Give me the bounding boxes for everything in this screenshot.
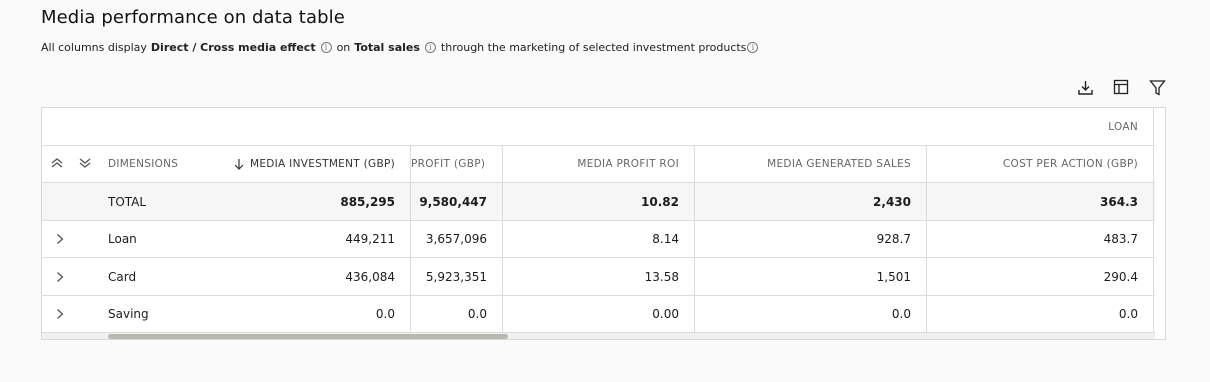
info-icon[interactable]: i <box>320 42 332 53</box>
expand-row-icon[interactable] <box>52 258 68 295</box>
table-row-total: TOTAL 885,295 9,580,447 10.82 2,430 364.… <box>42 183 1155 221</box>
column-header-generated-sales[interactable]: MEDIA GENERATED SALES <box>695 146 927 182</box>
row-cpa: 483.7 <box>927 221 1154 257</box>
horizontal-scrollbar[interactable] <box>42 333 1155 339</box>
columns-icon[interactable] <box>1112 78 1130 96</box>
effect-label: Direct / Cross media effect <box>150 41 316 54</box>
table-toolbar <box>1076 78 1166 96</box>
total-investment: 885,295 <box>340 194 395 209</box>
filter-icon[interactable] <box>1148 78 1166 96</box>
expand-all-icon[interactable] <box>78 155 92 174</box>
table-row: Saving 0.0 0.0 0.00 0.0 0.0 <box>42 296 1155 333</box>
column-header-investment[interactable]: MEDIA INVESTMENT (GBP) <box>228 146 410 182</box>
page-title: Media performance on data table <box>41 7 345 28</box>
column-header-cpa[interactable]: COST PER ACTION (GBP) <box>927 146 1154 182</box>
group-header-cell: LOAN <box>927 108 1154 145</box>
total-generated-sales: 2,430 <box>695 183 927 220</box>
download-icon[interactable] <box>1076 78 1094 96</box>
column-header-investment-label: MEDIA INVESTMENT (GBP) <box>249 158 395 170</box>
collapse-controls <box>50 146 92 182</box>
row-investment: 436,084 <box>345 269 395 284</box>
expand-row-icon[interactable] <box>52 221 68 257</box>
row-cpa: 290.4 <box>927 258 1154 295</box>
expand-row-icon[interactable] <box>52 296 68 332</box>
row-profit: 0.0 <box>410 296 503 332</box>
group-label: LOAN <box>1108 121 1138 133</box>
row-roi: 8.14 <box>503 221 695 257</box>
table-header-row: DIMENSIONS MEDIA INVESTMENT (GBP) PROFIT… <box>42 146 1155 183</box>
row-label: Saving <box>108 307 149 321</box>
column-header-roi[interactable]: MEDIA PROFIT ROI <box>503 146 695 182</box>
total-profit: 9,580,447 <box>410 183 503 220</box>
row-label: Card <box>108 269 137 284</box>
info-icon[interactable]: i <box>747 42 759 53</box>
row-investment: 0.0 <box>375 307 395 321</box>
table-row: Card 436,084 5,923,351 13.58 1,501 290.4 <box>42 258 1155 296</box>
row-roi: 13.58 <box>503 258 695 295</box>
table-row: Loan 449,211 3,657,096 8.14 928.7 483.7 <box>42 221 1155 258</box>
subtitle: All columns display Direct / Cross media… <box>41 41 763 54</box>
row-profit: 3,657,096 <box>410 221 503 257</box>
subtitle-prefix: All columns display <box>41 41 147 54</box>
row-investment: 449,211 <box>345 232 395 246</box>
row-generated-sales: 0.0 <box>695 296 927 332</box>
row-generated-sales: 928.7 <box>695 221 927 257</box>
total-roi: 10.82 <box>503 183 695 220</box>
row-cpa: 0.0 <box>927 296 1154 332</box>
row-profit: 5,923,351 <box>410 258 503 295</box>
total-label: TOTAL <box>108 194 147 209</box>
table-group-header: LOAN <box>42 108 1155 146</box>
subtitle-suffix: through the marketing of selected invest… <box>440 41 747 54</box>
subtitle-on: on <box>336 41 351 54</box>
scrollbar-thumb[interactable] <box>108 334 508 339</box>
column-header-profit[interactable]: PROFIT (GBP) <box>410 146 503 182</box>
metric-label: Total sales <box>354 41 420 54</box>
column-header-dimensions[interactable]: DIMENSIONS <box>108 146 228 182</box>
sort-desc-icon <box>234 158 244 170</box>
collapse-all-icon[interactable] <box>50 155 64 174</box>
info-icon[interactable]: i <box>424 42 436 53</box>
total-cpa: 364.3 <box>927 183 1154 220</box>
data-table: LOAN DIMENSIONS MEDIA INVESTMENT (GBP) P… <box>41 107 1166 340</box>
row-roi: 0.00 <box>503 296 695 332</box>
row-label: Loan <box>108 232 137 246</box>
row-generated-sales: 1,501 <box>695 258 927 295</box>
